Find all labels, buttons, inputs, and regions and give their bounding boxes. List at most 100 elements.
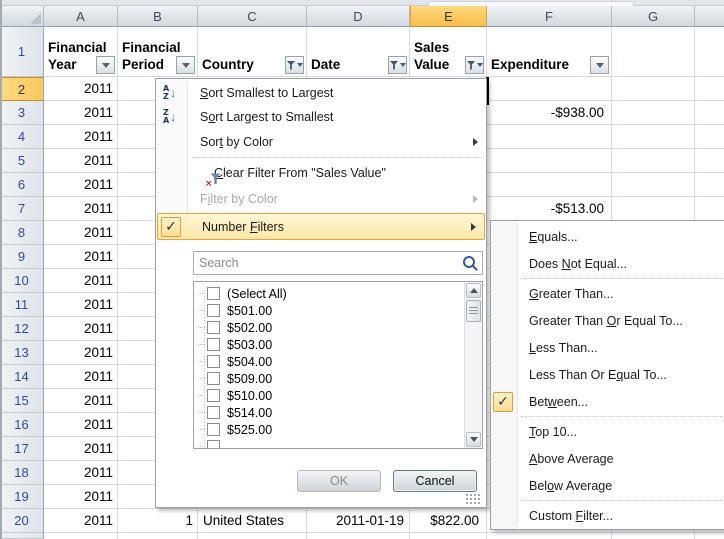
scrollbar-thumb[interactable] [466,300,481,322]
cell-a13[interactable]: 2011 [44,341,118,365]
cell-a20[interactable]: 2011 [44,509,118,533]
cell-a4[interactable]: 2011 [44,125,118,149]
submenu-item-less-than-or-equal-to[interactable]: Less Than Or Equal To... [491,361,724,388]
list-item-value[interactable]: $504.00 [194,353,482,370]
row-header-14[interactable]: 14 [0,365,44,389]
menu-item-number-filters[interactable]: ✓ Number Filters [157,213,485,240]
cell-a2[interactable]: 2011 [44,77,118,101]
row-header-15[interactable]: 15 [0,389,44,413]
column-header-d[interactable]: D [307,6,410,27]
cell-a19[interactable]: 2011 [44,485,118,509]
list-item-value[interactable]: $510.00 [194,387,482,404]
column-header-e-selected[interactable]: E [410,6,487,27]
checkbox[interactable] [207,338,220,351]
cell-a11[interactable]: 2011 [44,293,118,317]
filter-applied-button-c[interactable] [285,56,304,74]
cell-a10[interactable]: 2011 [44,269,118,293]
cell-e20-sales-value[interactable]: $822.00 [410,509,487,533]
cell-a8[interactable]: 2011 [44,221,118,245]
row-header-17[interactable]: 17 [0,437,44,461]
list-item-value-partial[interactable] [194,438,482,449]
cell-d20-date[interactable]: 2011-01-19 [307,509,410,533]
checkbox[interactable] [207,287,220,300]
row-header-2-selected[interactable]: 2 [0,77,44,101]
list-item-value[interactable]: $525.00 [194,421,482,438]
row-header-19[interactable]: 19 [0,485,44,509]
cell-a5[interactable]: 2011 [44,149,118,173]
menu-item-filter-by-color[interactable]: Filter by Color [156,186,486,212]
checkbox[interactable] [207,372,220,385]
filter-applied-button-e[interactable] [465,56,484,74]
cell-a12[interactable]: 2011 [44,317,118,341]
select-all-corner[interactable] [0,6,44,27]
row-header-4[interactable]: 4 [0,125,44,149]
row-header-8[interactable]: 8 [0,221,44,245]
column-header-f[interactable]: F [487,6,612,27]
list-scrollbar[interactable] [464,282,482,448]
submenu-item-above-average[interactable]: Above Average [491,445,724,472]
list-item-value[interactable]: $514.00 [194,404,482,421]
cell-a16[interactable]: 2011 [44,413,118,437]
header-cell-date[interactable]: Date [307,27,410,77]
list-item-value[interactable]: $501.00 [194,302,482,319]
checkbox[interactable] [207,423,220,436]
menu-item-sort-largest-to-smallest[interactable]: ZA↓ Sort Largest to Smallest [156,105,486,129]
header-cell-country[interactable]: Country [198,27,307,77]
search-icon[interactable] [463,256,475,268]
submenu-item-below-average[interactable]: Below Average [491,472,724,499]
row-header-1[interactable]: 1 [0,27,44,77]
cell-a6[interactable]: 2011 [44,173,118,197]
row-header-3[interactable]: 3 [0,101,44,125]
row-header-7[interactable]: 7 [0,197,44,221]
checkbox[interactable] [207,304,220,317]
cell-a14[interactable]: 2011 [44,365,118,389]
menu-item-clear-filter[interactable]: ✕ Clear Filter From "Sales Value" [156,160,486,186]
checkbox[interactable] [207,440,220,449]
filter-dropdown-button-a[interactable] [96,56,115,74]
list-item-value[interactable]: $502.00 [194,319,482,336]
list-item-value[interactable]: $509.00 [194,370,482,387]
search-input[interactable] [193,251,483,275]
header-cell-sales-value[interactable]: Sales Value [410,27,487,77]
cell-a3[interactable]: 2011 [44,101,118,125]
row-header-21-partial[interactable] [0,533,44,539]
row-header-12[interactable]: 12 [0,317,44,341]
checkbox[interactable] [207,321,220,334]
row-header-13[interactable]: 13 [0,341,44,365]
column-header-c[interactable]: C [198,6,307,27]
submenu-item-top-10[interactable]: Top 10... [491,418,724,445]
submenu-item-greater-than[interactable]: Greater Than... [491,280,724,307]
header-cell-financial-year[interactable]: Financial Year [44,27,118,77]
list-item-select-all[interactable]: (Select All) [194,285,482,302]
cell-a9[interactable]: 2011 [44,245,118,269]
scroll-down-button[interactable] [466,432,481,447]
submenu-item-equals[interactable]: Equals... [491,223,724,250]
ok-button[interactable]: OK [297,470,381,492]
column-header-a[interactable]: A [44,6,118,27]
submenu-item-between[interactable]: ✓ Between... [491,388,724,415]
cell-b20-financial-period[interactable]: 1 [118,509,198,533]
submenu-item-does-not-equal[interactable]: Does Not Equal... [491,250,724,277]
column-header-g[interactable]: G [612,6,695,27]
row-header-5[interactable]: 5 [0,149,44,173]
cell-a17[interactable]: 2011 [44,437,118,461]
header-cell-financial-period[interactable]: Financial Period [118,27,198,77]
panel-resize-grip[interactable] [465,493,481,504]
scroll-up-button[interactable] [466,283,481,298]
cell-c20-country[interactable]: United States [198,509,307,533]
submenu-item-less-than[interactable]: Less Than... [491,334,724,361]
cell-f3-expenditure[interactable]: -$938.00 [487,101,612,125]
checkbox[interactable] [207,406,220,419]
cell-a15[interactable]: 2011 [44,389,118,413]
filter-dropdown-button-b[interactable] [176,56,195,74]
column-header-b[interactable]: B [118,6,198,27]
header-cell-expenditure[interactable]: Expenditure [487,27,612,77]
row-header-10[interactable]: 10 [0,269,44,293]
cell-a18[interactable]: 2011 [44,461,118,485]
row-header-6[interactable]: 6 [0,173,44,197]
row-header-9[interactable]: 9 [0,245,44,269]
submenu-item-greater-than-or-equal-to[interactable]: Greater Than Or Equal To... [491,307,724,334]
row-header-11[interactable]: 11 [0,293,44,317]
submenu-item-custom-filter[interactable]: Custom Filter... [491,502,724,529]
cell-a7[interactable]: 2011 [44,197,118,221]
